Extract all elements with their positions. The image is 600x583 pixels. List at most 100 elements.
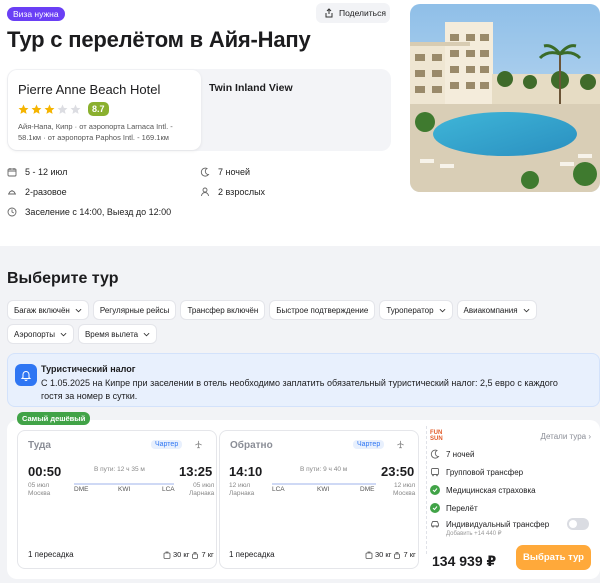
feature-label: 7 ночей: [446, 449, 475, 459]
tour-details-label: Детали тура: [540, 432, 587, 441]
filter-operator[interactable]: Туроператор: [379, 300, 453, 320]
airport-code: KWI: [118, 486, 131, 493]
hotel-card: Pierre Anne Beach Hotel 8.7 Айя-Напа, Ки…: [7, 69, 391, 151]
filter-label: Трансфер включён: [187, 305, 259, 315]
checkin-value: Заселение с 14:00, Выезд до 12:00: [25, 207, 172, 217]
filter-departure-time[interactable]: Время вылета: [77, 324, 158, 344]
offer-summary: FUN SUN Детали тура › 7 ночей Групповой …: [427, 426, 597, 575]
baggage-info: 30 кг 7 кг: [163, 550, 214, 559]
hotel-photo-image: [410, 4, 600, 192]
filter-bar: Багаж включён Регулярные рейсы Трансфер …: [7, 300, 597, 344]
filter-label: Туроператор: [386, 305, 434, 315]
airport-code: LCA: [272, 486, 285, 493]
departure-time: 14:10: [229, 464, 263, 479]
departure-date-city: 12 июл Ларнака: [229, 482, 254, 498]
return-title: Обратно: [230, 440, 273, 451]
filter-label: Багаж включён: [14, 305, 70, 315]
return-flight[interactable]: Обратно Чартер 14:10 23:50 В пути: 9 ч 4…: [219, 430, 419, 569]
filter-regular-flights[interactable]: Регулярные рейсы: [92, 300, 177, 320]
departure-time: 00:50: [28, 464, 62, 479]
feature-insurance: Медицинская страховка: [430, 485, 536, 495]
room-name: Twin Inland View: [209, 82, 293, 94]
arrival-date-city: 05 июл Ларнака: [189, 482, 214, 498]
charter-badge: Чартер: [353, 440, 385, 449]
bell-icon: [15, 364, 37, 386]
operator-logo-line: SUN: [430, 436, 443, 442]
person-icon: [201, 187, 209, 197]
plane-icon: [195, 440, 202, 449]
filter-label: Быстрое подтверждение: [276, 305, 369, 315]
tax-title: Туристический налог: [41, 364, 136, 374]
filter-transfer[interactable]: Трансфер включён: [180, 300, 266, 320]
suitcase-icon: [163, 551, 171, 559]
hotel-location-line: 58.1км · от аэропорта Paphos Intl. - 169…: [18, 133, 169, 142]
baggage-weight: 30 кг: [375, 550, 392, 559]
tour-selection-section: Выберите тур Багаж включён Регулярные ре…: [0, 246, 600, 583]
meal-icon: [8, 190, 16, 195]
hotel-photo[interactable]: [410, 4, 600, 192]
route-line: [74, 483, 174, 485]
dates-value: 5 - 12 июл: [25, 167, 68, 177]
filter-airports[interactable]: Аэропорты: [7, 324, 74, 344]
dates-info: 5 - 12 июл: [7, 167, 67, 177]
feature-label: Перелёт: [446, 503, 478, 513]
hotel-info[interactable]: Pierre Anne Beach Hotel 8.7 Айя-Напа, Ки…: [8, 70, 201, 150]
arrival-time: 13:25: [179, 464, 213, 479]
flight-duration: В пути: 9 ч 40 м: [300, 466, 348, 473]
nights-value: 7 ночей: [218, 167, 251, 177]
tour-header-section: Виза нужна Поделиться Тур с перелётом в …: [0, 0, 600, 246]
tour-price: 134 939 ₽: [432, 553, 497, 569]
moon-icon: [430, 449, 440, 459]
filter-quick-confirm[interactable]: Быстрое подтверждение: [269, 300, 376, 320]
filter-airline[interactable]: Авиакомпания: [456, 300, 537, 320]
feature-individual-transfer: Индивидуальный трансфер: [430, 519, 549, 529]
hand-luggage-weight: 7 кг: [403, 550, 416, 559]
flight-duration: В пути: 12 ч 35 м: [94, 466, 145, 473]
clock-icon: [7, 207, 17, 217]
car-icon: [431, 521, 439, 528]
arrival-date: 05 июл: [193, 482, 215, 489]
star-empty-icon: [70, 104, 81, 114]
plane-icon: [397, 440, 404, 449]
guests-info: 2 взрослых: [200, 187, 265, 197]
feature-nights: 7 ночей: [430, 449, 474, 459]
airport-code: LCA: [162, 486, 175, 493]
transfers-count: 1 пересадка: [28, 550, 74, 559]
chevron-down-icon: [523, 308, 530, 312]
route-line: [272, 483, 376, 485]
individual-transfer-toggle[interactable]: [567, 518, 589, 530]
airport-code: KWI: [317, 486, 330, 493]
filter-baggage[interactable]: Багаж включён: [7, 300, 89, 320]
filter-label: Авиакомпания: [463, 305, 518, 315]
chevron-down-icon: [439, 308, 445, 312]
arrival-city: Москва: [393, 490, 416, 497]
departure-date: 12 июл: [229, 482, 251, 489]
filter-label: Аэропорты: [14, 329, 55, 339]
tour-details-link[interactable]: Детали тура ›: [541, 432, 591, 441]
nights-info: 7 ночей: [200, 167, 250, 177]
departure-city: Ларнака: [229, 490, 255, 497]
feature-flight: Перелёт: [430, 503, 478, 513]
hand-luggage-weight: 7 кг: [201, 550, 214, 559]
hotel-stars: 8.7: [18, 102, 201, 116]
share-button[interactable]: Поделиться: [316, 3, 390, 23]
outbound-flight[interactable]: Туда Чартер 00:50 13:25 В пути: 12 ч 35 …: [17, 430, 217, 569]
departure-date: 05 июл: [28, 482, 50, 489]
arrival-date: 12 июл: [394, 482, 416, 489]
star-empty-icon: [57, 104, 68, 114]
baggage-weight: 30 кг: [173, 550, 190, 559]
meals-value: 2-разовое: [25, 187, 67, 197]
star-icon: [44, 104, 55, 114]
arrival-date-city: 12 июл Москва: [393, 482, 415, 498]
filter-label: Время вылета: [84, 329, 139, 339]
chevron-down-icon: [143, 332, 150, 336]
rating-badge: 8.7: [88, 102, 109, 116]
feature-label: Групповой трансфер: [446, 467, 524, 477]
select-tour-button[interactable]: Выбрать тур: [516, 545, 591, 570]
departure-date-city: 05 июл Москва: [28, 482, 50, 498]
individual-transfer-price: Добавить +14 440 ₽: [446, 531, 502, 537]
chevron-down-icon: [60, 332, 67, 336]
airport-code: DME: [74, 486, 89, 493]
departure-city: Москва: [28, 490, 51, 497]
tour-offer-card: Туда Чартер 00:50 13:25 В пути: 12 ч 35 …: [7, 420, 600, 579]
